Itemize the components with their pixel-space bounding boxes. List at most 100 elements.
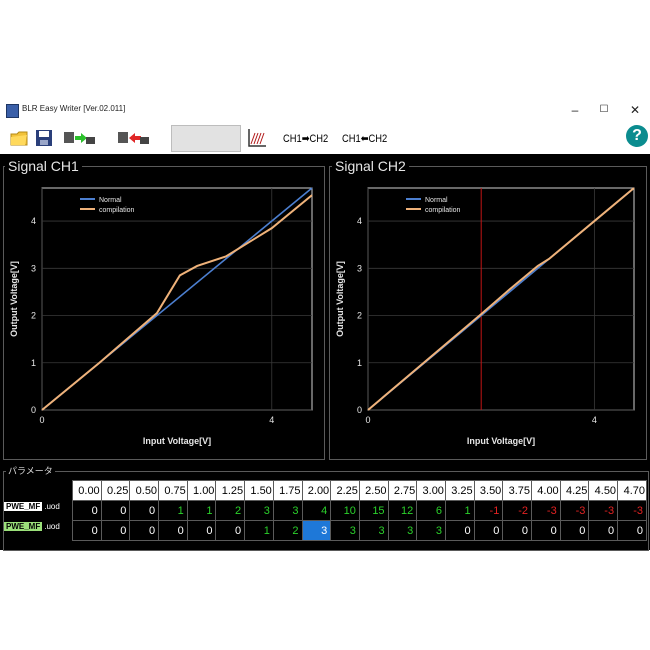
x-tick-label: 0	[39, 415, 44, 425]
params-row-label: PWE_MF .uod	[4, 522, 60, 531]
params-cell[interactable]: 0	[531, 520, 561, 541]
y-axis-label: Output Voltage[V]	[335, 261, 345, 337]
y-tick-label: 3	[31, 263, 36, 273]
x-tick-label: 4	[592, 415, 597, 425]
app-window: BLR Easy Writer [Ver.02.011] – ☐ ✕ CH1➡C…	[0, 98, 650, 551]
params-cell[interactable]: 0	[444, 520, 475, 541]
params-cell[interactable]: 10	[330, 500, 360, 521]
params-column-header: 2.50	[358, 480, 389, 501]
y-tick-label: 0	[31, 405, 36, 415]
toolbar-blank-field	[171, 125, 241, 152]
params-cell[interactable]: 0	[473, 520, 504, 541]
params-cell[interactable]: 3	[330, 520, 360, 541]
params-cell[interactable]: 0	[588, 520, 619, 541]
params-column-header: 4.50	[588, 480, 619, 501]
row-label-suffix: .uod	[44, 502, 60, 511]
params-cell[interactable]: 3	[272, 500, 303, 521]
params-cell[interactable]: 3	[301, 520, 332, 541]
y-tick-label: 4	[31, 216, 36, 226]
params-cell[interactable]: -2	[502, 500, 532, 521]
params-cell[interactable]: 3	[358, 520, 389, 541]
params-cell[interactable]: 3	[387, 520, 418, 541]
params-cell[interactable]: 1	[444, 500, 475, 521]
params-cell[interactable]: 2	[272, 520, 303, 541]
params-column-header: 1.75	[272, 480, 303, 501]
params-cell[interactable]: 12	[387, 500, 418, 521]
legend-label: compilation	[425, 207, 461, 214]
params-column-header: 0.50	[129, 480, 160, 501]
graph-icon[interactable]	[245, 125, 269, 151]
help-icon[interactable]: ?	[626, 125, 648, 147]
window-title: BLR Easy Writer [Ver.02.011]	[22, 104, 126, 113]
params-column-header: 3.00	[416, 480, 446, 501]
params-cell[interactable]: 1	[244, 520, 274, 541]
legend-label: Normal	[425, 197, 448, 204]
params-column-header: 2.75	[387, 480, 418, 501]
params-cell[interactable]: 0	[72, 520, 102, 541]
params-table: 0.00 0.25 0.50 0.75 1.00 1.25 1.50 1.75 2.00 2.25…	[72, 480, 647, 541]
params-column-header: 0.25	[100, 480, 131, 501]
params-cell[interactable]: -3	[531, 500, 561, 521]
close-button[interactable]: ✕	[622, 101, 648, 119]
title-bar: BLR Easy Writer [Ver.02.011] – ☐ ✕	[0, 98, 650, 122]
y-tick-label: 3	[357, 263, 362, 273]
y-tick-label: 2	[31, 311, 36, 321]
row-label-name: PWE_MF	[4, 522, 43, 531]
params-cell[interactable]: 0	[617, 520, 647, 541]
signal-ch2-chart: 0 1 2 3 4 0 4 Input Voltage[V] Output Voltage[V]…	[335, 187, 635, 446]
params-cell[interactable]: 15	[358, 500, 389, 521]
params-column-header: 0.00	[72, 480, 102, 501]
minimize-button[interactable]: –	[562, 101, 588, 119]
params-cell[interactable]: 6	[416, 500, 446, 521]
x-axis-label: Input Voltage[V]	[143, 436, 211, 446]
params-column-header: 0.75	[158, 480, 188, 501]
params-cell[interactable]: 0	[129, 520, 160, 541]
legend-label: Normal	[99, 197, 122, 204]
write-to-device-icon[interactable]	[62, 125, 96, 151]
params-column-header: 1.25	[215, 480, 246, 501]
params-cell[interactable]: 3	[416, 520, 446, 541]
read-from-device-icon[interactable]	[116, 125, 150, 151]
x-axis-label: Input Voltage[V]	[467, 436, 535, 446]
ch1-to-ch2-button[interactable]: CH1➡CH2	[279, 125, 333, 151]
params-cell[interactable]: 0	[72, 500, 102, 521]
params-column-header: 4.70	[617, 480, 647, 501]
params-cell[interactable]: 0	[186, 520, 217, 541]
y-tick-label: 2	[357, 311, 362, 321]
y-tick-label: 0	[357, 405, 362, 415]
params-cell[interactable]: -3	[559, 500, 590, 521]
legend-label: compilation	[99, 207, 135, 214]
row-label-suffix: .uod	[44, 522, 60, 531]
params-row-label: PWE_MF .uod	[4, 502, 60, 511]
params-header-row: 0.00 0.25 0.50 0.75 1.00 1.25 1.50 1.75 2.00 2.25…	[72, 480, 647, 501]
params-cell[interactable]: -1	[473, 500, 504, 521]
params-cell[interactable]: 0	[215, 520, 246, 541]
signal-ch1-chart: 0 1 2 3 4 0 4 Input Voltage[V] Output Voltage[V]…	[9, 187, 313, 446]
params-cell[interactable]: 0	[559, 520, 590, 541]
params-cell[interactable]: 3	[244, 500, 274, 521]
y-tick-label: 1	[357, 358, 362, 368]
params-cell[interactable]: 0	[100, 520, 131, 541]
params-column-header: 3.25	[444, 480, 475, 501]
x-tick-label: 0	[365, 415, 370, 425]
params-cell[interactable]: 4	[301, 500, 332, 521]
params-cell[interactable]: 0	[129, 500, 160, 521]
toolbar: CH1➡CH2 CH1⬅CH2	[0, 122, 650, 154]
params-cell[interactable]: 1	[186, 500, 217, 521]
ch2-to-ch1-button[interactable]: CH1⬅CH2	[337, 125, 393, 151]
y-tick-label: 1	[31, 358, 36, 368]
save-icon[interactable]	[33, 125, 55, 151]
params-column-header: 1.00	[186, 480, 217, 501]
params-cell[interactable]: -3	[617, 500, 647, 521]
y-axis-label: Output Voltage[V]	[9, 261, 19, 337]
params-cell[interactable]: 2	[215, 500, 246, 521]
maximize-button[interactable]: ☐	[591, 101, 617, 119]
params-cell[interactable]: 0	[100, 500, 131, 521]
params-cell[interactable]: 0	[502, 520, 532, 541]
params-cell[interactable]: 1	[158, 500, 188, 521]
open-folder-icon[interactable]	[8, 125, 30, 151]
params-column-header: 4.25	[559, 480, 590, 501]
row-label-name: PWE_MF	[4, 502, 43, 511]
params-cell[interactable]: -3	[588, 500, 619, 521]
params-cell[interactable]: 0	[158, 520, 188, 541]
